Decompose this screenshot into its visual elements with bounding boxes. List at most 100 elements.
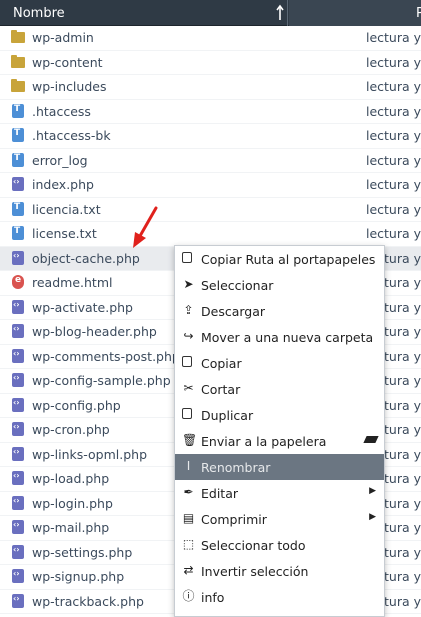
trash-icon: 🗑 — [182, 433, 198, 447]
context-menu-item-descargar[interactable]: ⇪ Descargar — [175, 298, 384, 324]
file-name[interactable]: wp-settings.php — [32, 545, 132, 560]
context-menu-item-label: Renombrar — [201, 460, 271, 475]
context-menu-item-enviar-a-la-papelera[interactable]: 🗑 Enviar a la papelera — [175, 428, 384, 454]
text-cursor-icon: I — [186, 459, 191, 473]
feather-icon: ✒ — [183, 485, 194, 499]
file-row[interactable]: wp-admin lectura y — [0, 26, 421, 51]
file-name[interactable]: error_log — [32, 153, 88, 168]
context-menu-item-mover-a-una-nueva-carpeta[interactable]: ↪ Mover a una nueva carpeta — [175, 324, 384, 350]
context-menu-item-label: Seleccionar todo — [201, 538, 306, 553]
php-file-icon — [12, 471, 24, 485]
download-icon: ⇪ — [183, 303, 194, 317]
file-name[interactable]: license.txt — [32, 226, 97, 241]
text-file-icon — [12, 103, 24, 118]
php-file-icon — [12, 299, 24, 314]
file-name[interactable]: wp-blog-header.php — [32, 324, 157, 339]
file-name[interactable]: wp-includes — [32, 79, 106, 94]
sort-arrow-icon[interactable] — [275, 4, 285, 21]
file-name[interactable]: .htaccess — [32, 104, 91, 119]
context-menu-item-renombrar[interactable]: I Renombrar — [175, 454, 384, 480]
file-row[interactable]: .htaccess-bk lectura y — [0, 124, 421, 149]
file-permissions: lectura y — [366, 103, 421, 119]
context-menu-item-label: Comprimir — [201, 512, 267, 527]
file-name[interactable]: wp-comments-post.php — [32, 349, 180, 364]
file-name[interactable]: wp-load.php — [32, 471, 109, 486]
context-menu-item-editar[interactable]: ✒ Editar ▶ — [175, 480, 384, 506]
context-menu-item-label: Copiar — [201, 356, 242, 371]
file-row[interactable]: wp-includes lectura y — [0, 75, 421, 100]
context-menu-item-seleccionar-todo[interactable]: ⬚ Seleccionar todo — [175, 532, 384, 558]
file-row[interactable]: error_log lectura y — [0, 149, 421, 173]
file-name[interactable]: licencia.txt — [32, 202, 101, 217]
context-menu-item-seleccionar[interactable]: ➤ Seleccionar — [175, 272, 384, 298]
php-file-icon — [12, 422, 24, 436]
file-name[interactable]: wp-admin — [32, 30, 94, 45]
move-icon: ↪ — [183, 329, 194, 343]
context-menu-item-info[interactable]: ⓘ info — [175, 584, 384, 610]
php-file-icon — [12, 446, 24, 461]
context-menu-item-label: Invertir selección — [201, 564, 309, 579]
select-all-icon: ⬚ — [182, 537, 195, 551]
column-header-permissions-label: P — [416, 6, 421, 21]
submenu-arrow-icon: ▶ — [369, 486, 376, 496]
file-name[interactable]: wp-links-opml.php — [32, 447, 147, 462]
file-name[interactable]: wp-config.php — [32, 398, 121, 413]
file-name[interactable]: wp-signup.php — [32, 569, 124, 584]
file-name[interactable]: wp-trackback.php — [32, 594, 144, 609]
column-header-name-label: Nombre — [13, 6, 65, 21]
php-file-icon — [12, 373, 24, 387]
php-file-icon — [12, 397, 24, 412]
file-row[interactable]: wp-content lectura y — [0, 51, 421, 75]
submenu-arrow-icon: ▶ — [369, 512, 376, 522]
file-permissions: lectura y — [366, 30, 421, 45]
context-menu-item-label: Duplicar — [201, 408, 254, 423]
context-menu-item-cortar[interactable]: ✂ Cortar — [175, 376, 384, 402]
php-file-icon — [12, 177, 24, 191]
file-name[interactable]: wp-cron.php — [32, 422, 110, 437]
context-menu-item-label: Cortar — [201, 382, 241, 397]
context-menu-item-duplicar[interactable]: Duplicar — [175, 402, 384, 428]
php-file-icon — [12, 569, 24, 583]
info-icon: ⓘ — [182, 589, 195, 603]
context-menu-item-comprimir[interactable]: ▤ Comprimir ▶ — [175, 506, 384, 532]
context-menu-item-label: Copiar Ruta al portapapeles — [201, 252, 376, 267]
context-menu-item-label: Seleccionar — [201, 278, 274, 293]
copy-icon — [182, 356, 192, 367]
file-name[interactable]: wp-activate.php — [32, 300, 133, 315]
file-name[interactable]: wp-content — [32, 55, 103, 70]
file-name[interactable]: wp-mail.php — [32, 520, 109, 535]
php-file-icon — [12, 348, 24, 363]
context-menu-item-label: Mover a una nueva carpeta — [201, 330, 374, 345]
file-list-header: Nombre P — [0, 0, 421, 26]
red-arrow-annotation — [133, 206, 158, 248]
column-header-permissions[interactable]: P — [289, 0, 421, 26]
file-permissions: lectura y — [366, 226, 421, 241]
file-permissions: lectura y — [366, 201, 421, 217]
text-file-icon — [12, 128, 24, 142]
eraser-icon — [363, 436, 379, 443]
file-name[interactable]: .htaccess-bk — [32, 128, 111, 143]
duplicate-icon — [182, 408, 192, 419]
html-file-icon — [12, 275, 24, 289]
text-file-icon — [12, 226, 24, 240]
php-file-icon — [12, 520, 24, 534]
context-menu-item-copiar-ruta-al-portapapeles[interactable]: Copiar Ruta al portapapeles — [175, 246, 384, 272]
file-permissions: lectura y — [366, 79, 421, 94]
file-row[interactable]: licencia.txt lectura y — [0, 198, 421, 222]
php-file-icon — [12, 544, 24, 559]
file-name[interactable]: object-cache.php — [32, 251, 140, 266]
context-menu-item-copiar[interactable]: Copiar — [175, 350, 384, 376]
file-row[interactable]: license.txt lectura y — [0, 222, 421, 247]
file-name[interactable]: wp-login.php — [32, 496, 113, 511]
file-row[interactable]: .htaccess lectura y — [0, 100, 421, 124]
php-file-icon — [12, 495, 24, 510]
file-permissions: lectura y — [366, 152, 421, 168]
file-row[interactable]: index.php lectura y — [0, 173, 421, 198]
file-name[interactable]: index.php — [32, 177, 94, 192]
file-name[interactable]: readme.html — [32, 275, 112, 290]
copy-path-icon — [182, 252, 192, 263]
context-menu-item-label: Editar — [201, 486, 239, 501]
column-header-name[interactable]: Nombre — [0, 0, 288, 26]
context-menu-item-invertir-selección[interactable]: ⇄ Invertir selección — [175, 558, 384, 584]
file-name[interactable]: wp-config-sample.php — [32, 373, 171, 388]
